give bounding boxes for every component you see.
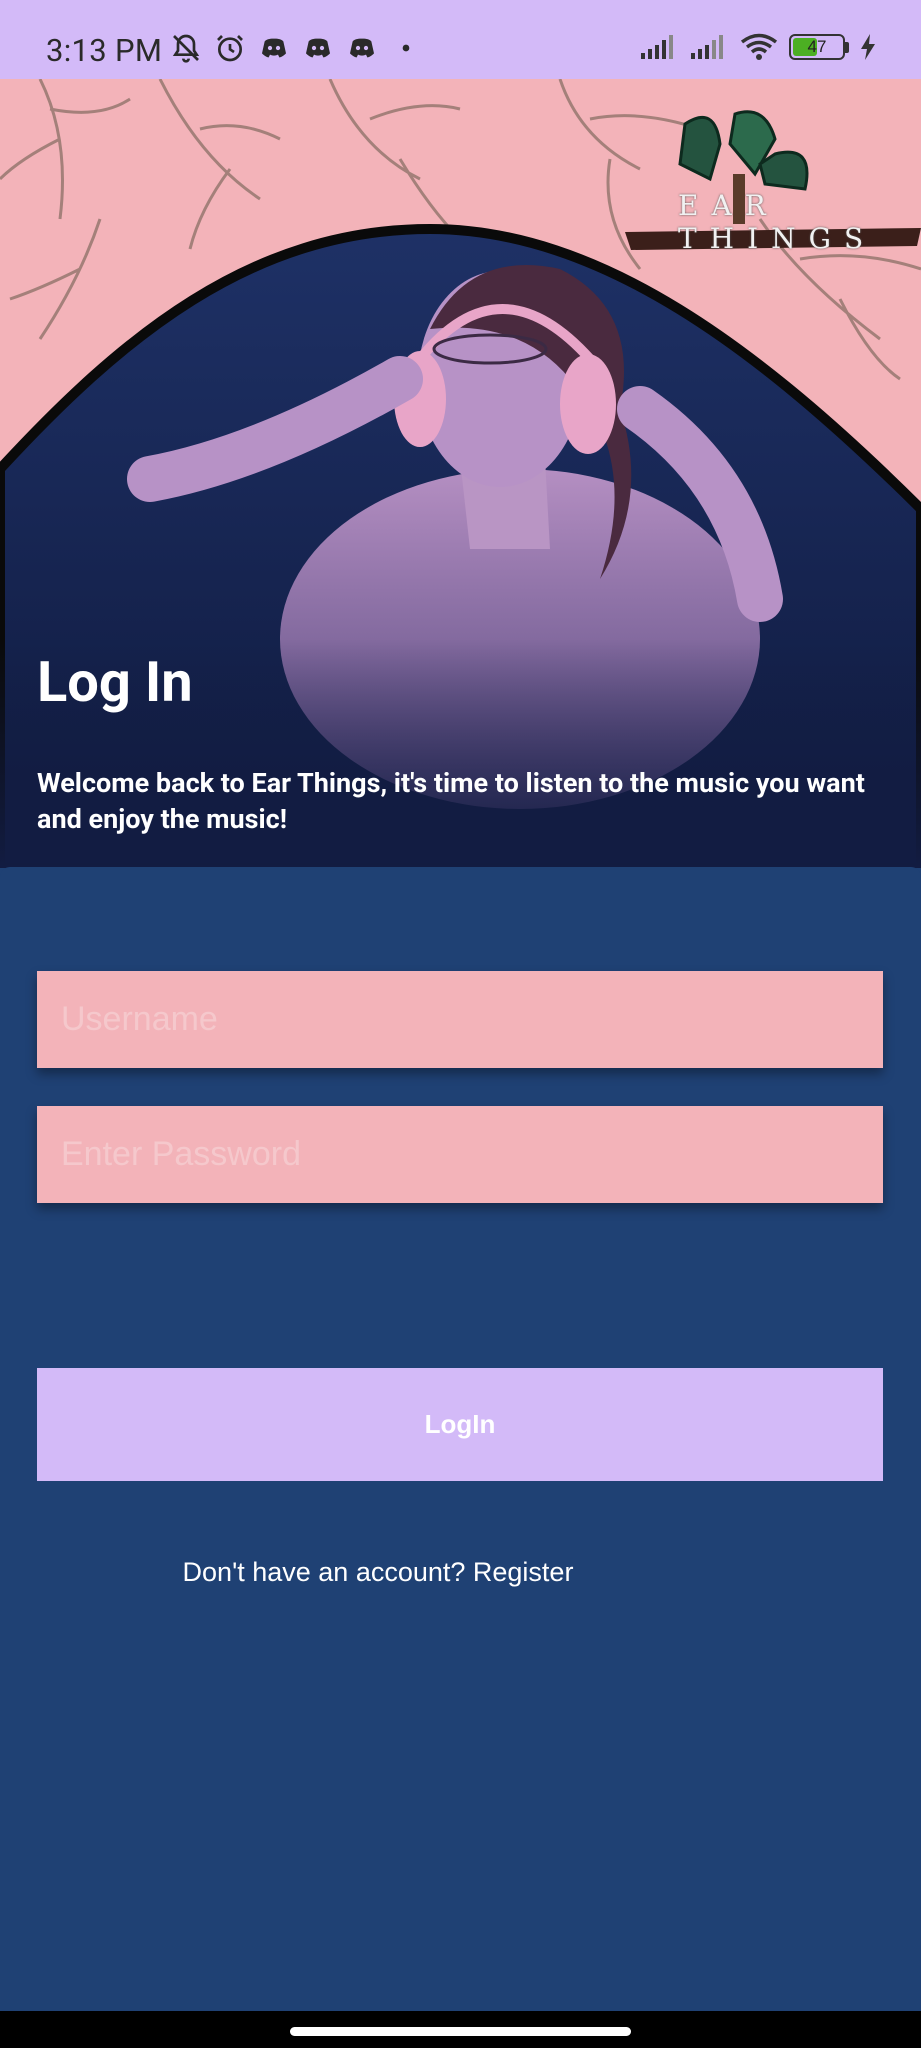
register-link[interactable]: Don't have an account? Register (0, 1557, 756, 1588)
battery-indicator: 47 (789, 34, 849, 60)
system-icons: 47 (639, 33, 877, 61)
login-form: LogIn Don't have an account? Register (0, 867, 921, 2012)
login-screen: 3:13 PM 47 EAR THINGS Log In Welcome bac… (0, 0, 921, 2048)
hero-banner: EAR THINGS Log In Welcome back to Ear Th… (0, 79, 921, 868)
status-time: 3:13 PM (46, 32, 163, 69)
signal-icon (691, 35, 723, 59)
discord-icon (350, 38, 374, 58)
charging-icon (861, 34, 875, 60)
battery-level: 47 (807, 37, 827, 56)
discord-icon (306, 38, 330, 58)
notification-icons (170, 32, 422, 64)
logo-text: EAR THINGS (678, 189, 877, 255)
page-title: Log In (37, 649, 193, 715)
password-input[interactable] (37, 1106, 883, 1203)
wifi-icon (740, 33, 778, 60)
dot-icon (402, 44, 410, 52)
welcome-message: Welcome back to Ear Things, it's time to… (37, 767, 865, 835)
status-bar: 3:13 PM 47 (0, 0, 921, 79)
signal-icon (641, 35, 673, 59)
alarm-icon (217, 35, 243, 62)
username-input[interactable] (37, 971, 883, 1068)
login-button[interactable]: LogIn (37, 1368, 883, 1481)
battery-icon: 47 (789, 34, 845, 60)
home-indicator[interactable] (290, 2027, 631, 2036)
navigation-bar (0, 2011, 921, 2048)
bell-off-icon (172, 34, 200, 63)
discord-icon (262, 38, 286, 58)
